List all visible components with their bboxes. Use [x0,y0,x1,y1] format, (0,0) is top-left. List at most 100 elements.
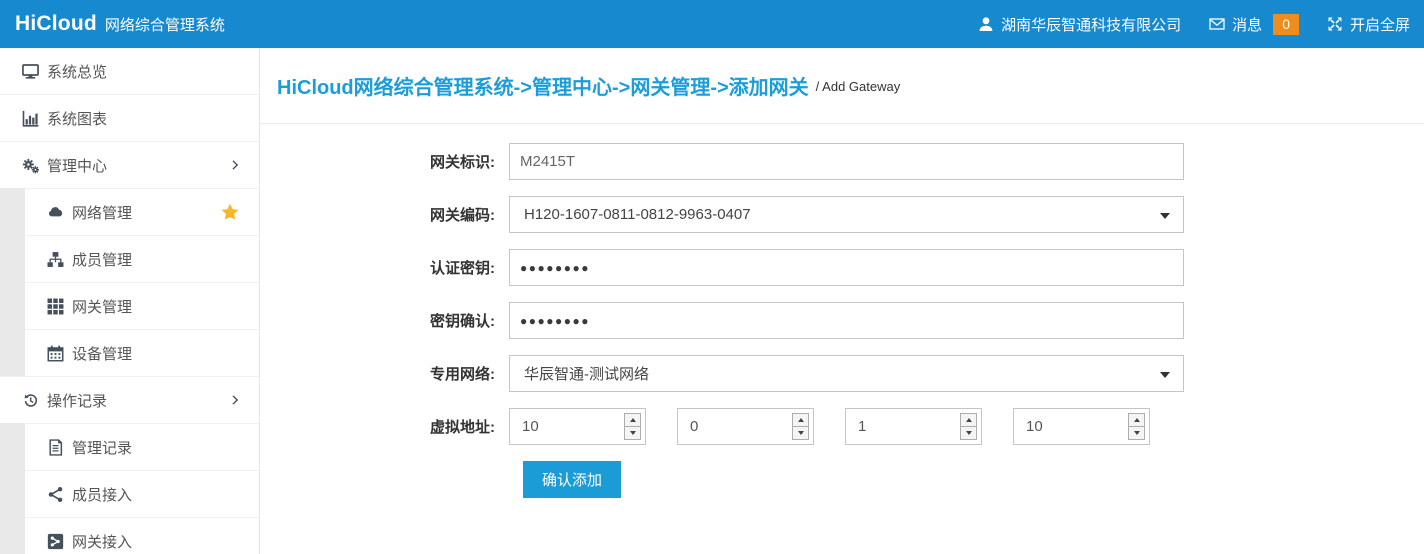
gateway-id-field [509,143,1184,180]
gateway-code-label: 网关编码: [260,204,509,225]
sidebar-item-management-records[interactable]: 管理记录 [0,424,259,471]
caret-down-icon [1160,213,1170,219]
sidebar-item-gateway-access[interactable]: 网关接入 [0,518,259,554]
share-icon [47,486,64,503]
page-header: HiCloud网络综合管理系统->管理中心->网关管理->添加网关 / Add … [260,48,1424,124]
brand-suffix: 网络综合管理系统 [105,14,225,35]
octet-1-stepper [509,408,646,445]
sidebar-item-operation-logs[interactable]: 操作记录 [0,377,259,424]
brand-name: HiCloud [15,12,97,36]
chevron-right-icon [229,159,241,171]
spin-up-button[interactable] [1129,414,1144,427]
auth-key-field [509,249,1184,286]
company-menu[interactable]: 湖南华辰智通科技有限公司 [978,14,1181,35]
add-gateway-form: 网关标识: 网关编码: H120-1607-0811-0812-9963-040… [260,143,1424,498]
gateway-id-input[interactable] [510,144,1183,179]
calendar-icon [47,345,64,362]
topbar-right: 湖南华辰智通科技有限公司 消息 0 开启全屏 [978,14,1410,35]
spin-down-button[interactable] [961,427,976,439]
octet-3-input[interactable] [846,409,951,444]
sidebar-item-gateway-management[interactable]: 网关管理 [0,283,259,330]
share-square-icon [47,533,64,550]
sidebar-item-label: 网络管理 [72,202,132,223]
key-confirm-label: 密钥确认: [260,310,509,331]
gateway-code-select[interactable]: H120-1607-0811-0812-9963-0407 [509,196,1184,233]
sidebar-item-label: 设备管理 [72,343,132,364]
sidebar-item-device-management[interactable]: 设备管理 [0,330,259,377]
gateway-id-label: 网关标识: [260,151,509,172]
virtual-address-group [509,408,1150,445]
octet-4-input[interactable] [1014,409,1119,444]
main-content: HiCloud网络综合管理系统->管理中心->网关管理->添加网关 / Add … [260,48,1424,554]
sidebar-item-system-overview[interactable]: 系统总览 [0,48,259,95]
sidebar-item-management-center[interactable]: 管理中心 [0,142,259,189]
monitor-icon [22,63,39,80]
auth-key-input[interactable] [510,250,1183,285]
company-name: 湖南华辰智通科技有限公司 [1001,14,1181,35]
sidebar: 系统总览系统图表管理中心网络管理成员管理网关管理设备管理操作记录管理记录成员接入… [0,48,260,554]
sidebar-item-label: 成员管理 [72,249,132,270]
octet-1-input[interactable] [510,409,615,444]
sidebar-item-network-management[interactable]: 网络管理 [0,189,259,236]
sitemap-icon [47,251,64,268]
history-icon [22,392,39,409]
app-logo: HiCloud 网络综合管理系统 [15,12,225,36]
spin-down-button[interactable] [793,427,808,439]
sidebar-item-label: 网关接入 [72,531,132,552]
fullscreen-icon [1327,16,1343,32]
virtual-address-label: 虚拟地址: [260,416,509,437]
sidebar-item-member-management[interactable]: 成员管理 [0,236,259,283]
sidebar-item-system-charts[interactable]: 系统图表 [0,95,259,142]
star-icon[interactable] [221,203,239,221]
form-row-virtual-address: 虚拟地址: [260,408,1424,445]
octet-3-stepper [845,408,982,445]
messages-menu[interactable]: 消息 0 [1209,14,1299,35]
sidebar-item-member-access[interactable]: 成员接入 [0,471,259,518]
envelope-icon [1209,16,1225,32]
spinner-control [1128,413,1145,440]
spin-up-button[interactable] [793,414,808,427]
spinner-control [624,413,641,440]
chevron-right-icon [229,394,241,406]
breadcrumb-suffix: / Add Gateway [816,79,901,94]
breadcrumb: HiCloud网络综合管理系统->管理中心->网关管理->添加网关 [277,71,809,100]
private-network-label: 专用网络: [260,363,509,384]
gears-icon [22,157,39,174]
grid-icon [47,298,64,315]
sidebar-item-label: 管理中心 [47,155,107,176]
key-confirm-field [509,302,1184,339]
gateway-code-selected-value: H120-1607-0811-0812-9963-0407 [510,206,751,223]
octet-4-stepper [1013,408,1150,445]
form-row-auth-key: 认证密钥: [260,249,1424,286]
document-icon [47,439,64,456]
form-row-gateway-code: 网关编码: H120-1607-0811-0812-9963-0407 [260,196,1424,233]
bar-chart-icon [22,110,39,127]
form-row-gateway-id: 网关标识: [260,143,1424,180]
octet-2-stepper [677,408,814,445]
private-network-select[interactable]: 华辰智通-测试网络 [509,355,1184,392]
sidebar-item-label: 成员接入 [72,484,132,505]
spin-down-button[interactable] [1129,427,1144,439]
messages-count-badge: 0 [1273,14,1299,35]
octet-2-input[interactable] [678,409,783,444]
fullscreen-button[interactable]: 开启全屏 [1327,14,1410,35]
sidebar-item-label: 系统总览 [47,61,107,82]
user-icon [978,16,994,32]
spin-up-button[interactable] [625,414,640,427]
spin-up-button[interactable] [961,414,976,427]
form-row-key-confirm: 密钥确认: [260,302,1424,339]
auth-key-label: 认证密钥: [260,257,509,278]
sidebar-item-label: 管理记录 [72,437,132,458]
caret-down-icon [1160,372,1170,378]
key-confirm-input[interactable] [510,303,1183,338]
submit-row: 确认添加 [523,461,1424,498]
confirm-add-button[interactable]: 确认添加 [523,461,621,498]
spin-down-button[interactable] [625,427,640,439]
topbar: HiCloud 网络综合管理系统 湖南华辰智通科技有限公司 消息 0 开启全屏 [0,0,1424,48]
private-network-selected-value: 华辰智通-测试网络 [510,363,649,384]
sidebar-item-label: 系统图表 [47,108,107,129]
fullscreen-label: 开启全屏 [1350,14,1410,35]
form-row-private-network: 专用网络: 华辰智通-测试网络 [260,355,1424,392]
spinner-control [960,413,977,440]
sidebar-item-label: 操作记录 [47,390,107,411]
